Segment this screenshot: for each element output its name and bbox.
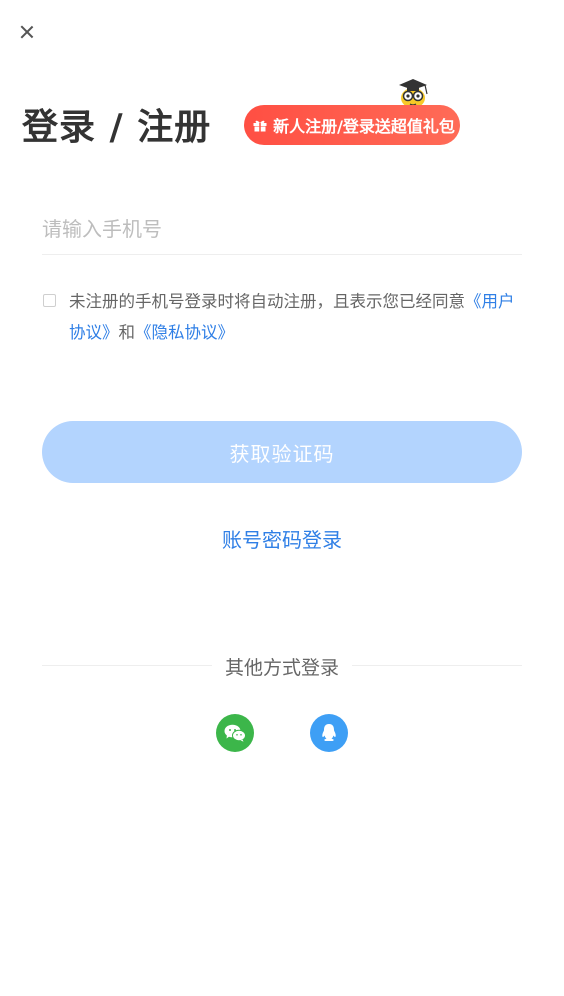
agreement-checkbox[interactable] [43,294,56,307]
other-login-title: 其他方式登录 [224,657,339,679]
promo-badge[interactable]: 新人注册/登录送超值礼包 [244,105,460,145]
agreement-text: 未注册的手机号登录时将自动注册，且表示您已经同意《用户协议》和《隐私协议》 [69,286,519,348]
mascot-icon [399,79,428,108]
agreement-and: 和 [118,323,136,342]
qq-icon [322,724,336,741]
wechat-icon [224,724,246,742]
gift-icon [253,120,267,132]
privacy-agreement-link[interactable]: 《隐私协议》 [135,323,234,342]
get-code-button[interactable]: 获取验证码 [42,421,522,483]
promo-text: 新人注册/登录送超值礼包 [273,117,455,136]
divider-right [352,665,522,666]
wechat-login-button[interactable] [216,714,254,752]
agreement-statement: 未注册的手机号登录时将自动注册，且表示您已经同意 [69,292,465,311]
qq-login-button[interactable] [310,714,348,752]
password-login-link[interactable]: 账号密码登录 [0,524,564,553]
page-title: 登录 / 注册 [22,107,212,148]
phone-input[interactable] [42,203,522,255]
close-icon[interactable] [16,21,38,43]
login-page: 登录 / 注册 新人注册/登录送超值礼包 未注册的手机号登录时将自动注册，且表示… [0,0,564,996]
